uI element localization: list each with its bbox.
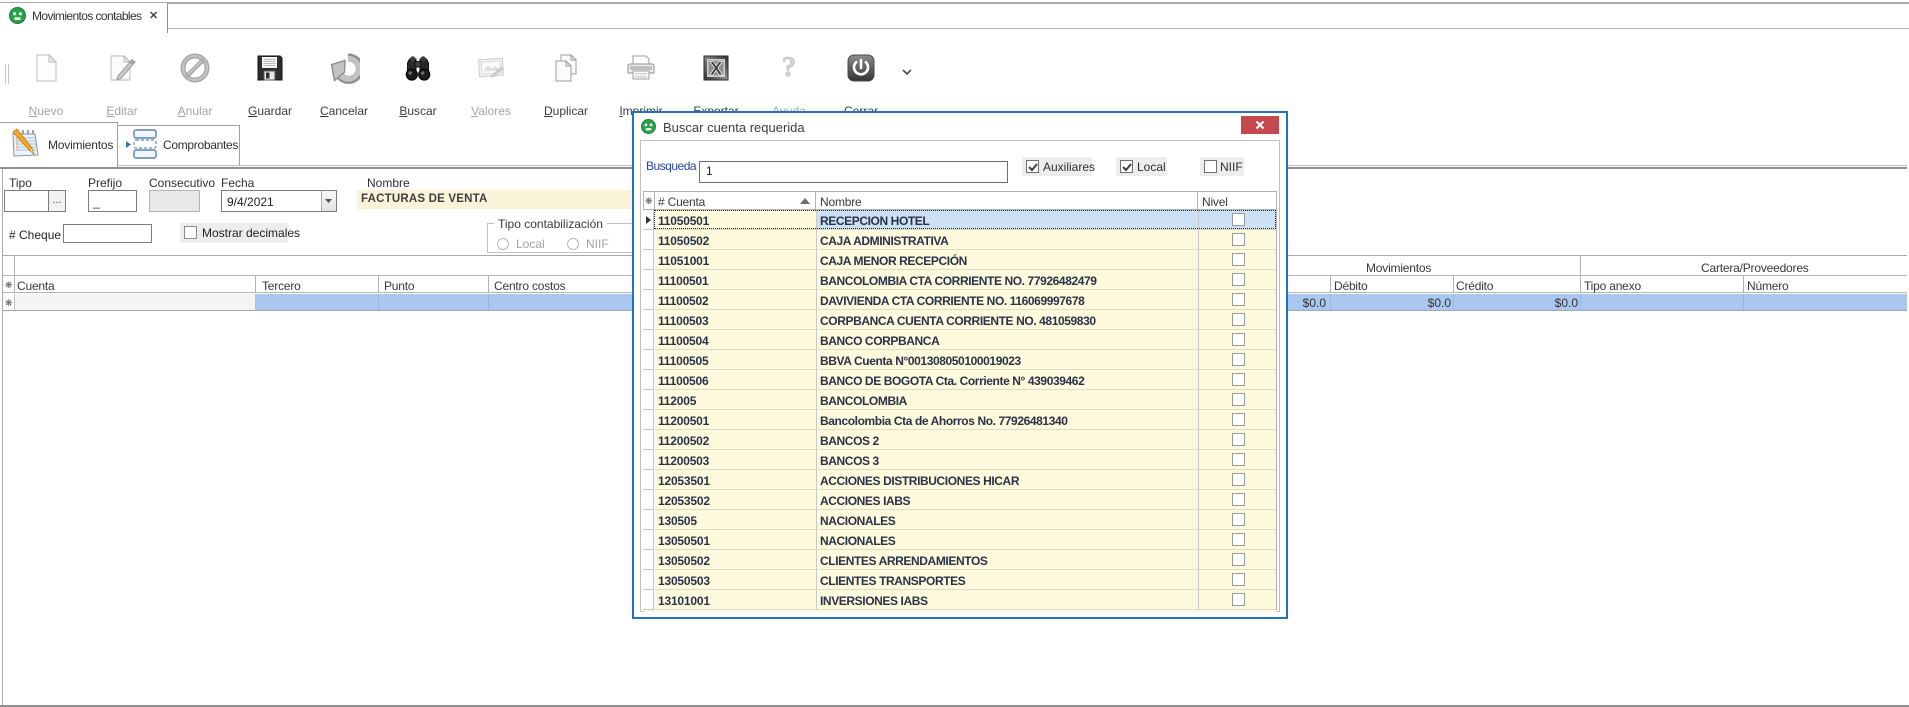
svg-text:?: ? — [782, 52, 796, 83]
